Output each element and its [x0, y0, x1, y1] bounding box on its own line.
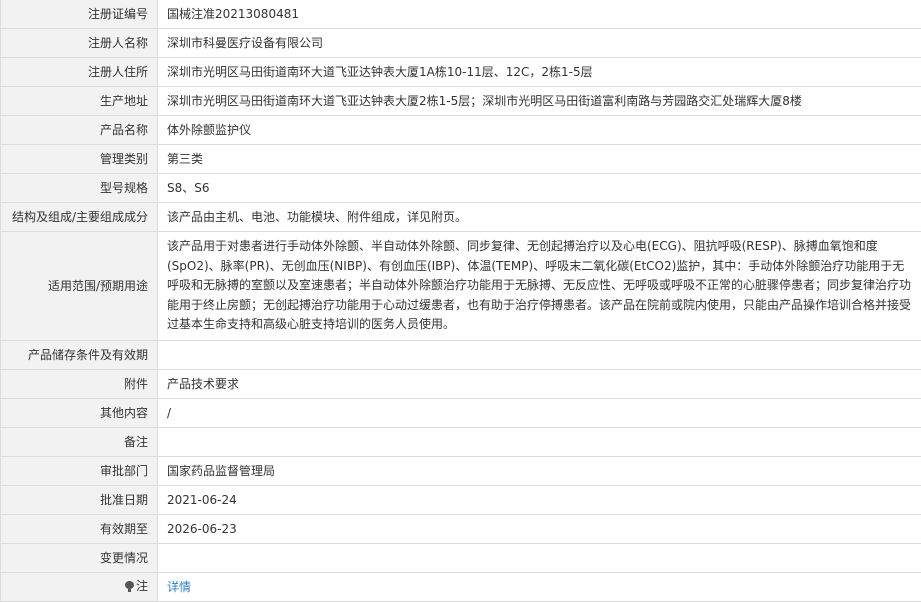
label-registration-number: 注册证编号 [1, 0, 158, 29]
row-registration-number: 注册证编号 国械注准20213080481 [1, 0, 921, 29]
value-approval-date: 2021-06-24 [158, 486, 921, 515]
lightbulb-icon [125, 581, 134, 592]
row-management-category: 管理类别 第三类 [1, 145, 921, 174]
row-other-content: 其他内容 / [1, 399, 921, 428]
label-storage-conditions: 产品储存条件及有效期 [1, 341, 158, 370]
label-other-content: 其他内容 [1, 399, 158, 428]
row-valid-until: 有效期至 2026-06-23 [1, 515, 921, 544]
value-attachments: 产品技术要求 [158, 370, 921, 399]
row-product-name: 产品名称 体外除颤监护仪 [1, 116, 921, 145]
row-structure-composition: 结构及组成/主要组成成分 该产品由主机、电池、功能模块、附件组成，详见附页。 [1, 203, 921, 232]
label-note: 注 [1, 573, 158, 602]
label-structure-composition: 结构及组成/主要组成成分 [1, 203, 158, 232]
value-note: 详情 [158, 573, 921, 602]
label-intended-use: 适用范围/预期用途 [1, 232, 158, 341]
label-change-status: 变更情况 [1, 544, 158, 573]
value-management-category: 第三类 [158, 145, 921, 174]
value-storage-conditions [158, 341, 921, 370]
label-production-address: 生产地址 [1, 87, 158, 116]
value-registrant-name: 深圳市科曼医疗设备有限公司 [158, 29, 921, 58]
row-intended-use: 适用范围/预期用途 该产品用于对患者进行手动体外除颤、半自动体外除颤、同步复律、… [1, 232, 921, 341]
value-structure-composition: 该产品由主机、电池、功能模块、附件组成，详见附页。 [158, 203, 921, 232]
row-attachments: 附件 产品技术要求 [1, 370, 921, 399]
label-registrant-name: 注册人名称 [1, 29, 158, 58]
row-registrant-address: 注册人住所 深圳市光明区马田街道南环大道飞亚达钟表大厦1A栋10-11层、12C… [1, 58, 921, 87]
label-approval-date: 批准日期 [1, 486, 158, 515]
label-registrant-address: 注册人住所 [1, 58, 158, 87]
value-product-name: 体外除颤监护仪 [158, 116, 921, 145]
row-change-status: 变更情况 [1, 544, 921, 573]
value-valid-until: 2026-06-23 [158, 515, 921, 544]
value-production-address: 深圳市光明区马田街道南环大道飞亚达钟表大厦2栋1-5层；深圳市光明区马田街道富利… [158, 87, 921, 116]
value-remarks [158, 428, 921, 457]
row-storage-conditions: 产品储存条件及有效期 [1, 341, 921, 370]
label-model-spec: 型号规格 [1, 174, 158, 203]
value-other-content: / [158, 399, 921, 428]
row-approval-department: 审批部门 国家药品监督管理局 [1, 457, 921, 486]
label-attachments: 附件 [1, 370, 158, 399]
label-remarks: 备注 [1, 428, 158, 457]
label-management-category: 管理类别 [1, 145, 158, 174]
value-registration-number: 国械注准20213080481 [158, 0, 921, 29]
value-approval-department: 国家药品监督管理局 [158, 457, 921, 486]
row-remarks: 备注 [1, 428, 921, 457]
value-intended-use: 该产品用于对患者进行手动体外除颤、半自动体外除颤、同步复律、无创起搏治疗以及心电… [158, 232, 921, 341]
details-link[interactable]: 详情 [167, 580, 191, 594]
row-production-address: 生产地址 深圳市光明区马田街道南环大道飞亚达钟表大厦2栋1-5层；深圳市光明区马… [1, 87, 921, 116]
label-valid-until: 有效期至 [1, 515, 158, 544]
label-approval-department: 审批部门 [1, 457, 158, 486]
value-model-spec: S8、S6 [158, 174, 921, 203]
row-approval-date: 批准日期 2021-06-24 [1, 486, 921, 515]
row-registrant-name: 注册人名称 深圳市科曼医疗设备有限公司 [1, 29, 921, 58]
value-registrant-address: 深圳市光明区马田街道南环大道飞亚达钟表大厦1A栋10-11层、12C，2栋1-5… [158, 58, 921, 87]
row-model-spec: 型号规格 S8、S6 [1, 174, 921, 203]
registration-table: 注册证编号 国械注准20213080481 注册人名称 深圳市科曼医疗设备有限公… [0, 0, 921, 602]
label-product-name: 产品名称 [1, 116, 158, 145]
row-note: 注 详情 [1, 573, 921, 602]
value-change-status [158, 544, 921, 573]
